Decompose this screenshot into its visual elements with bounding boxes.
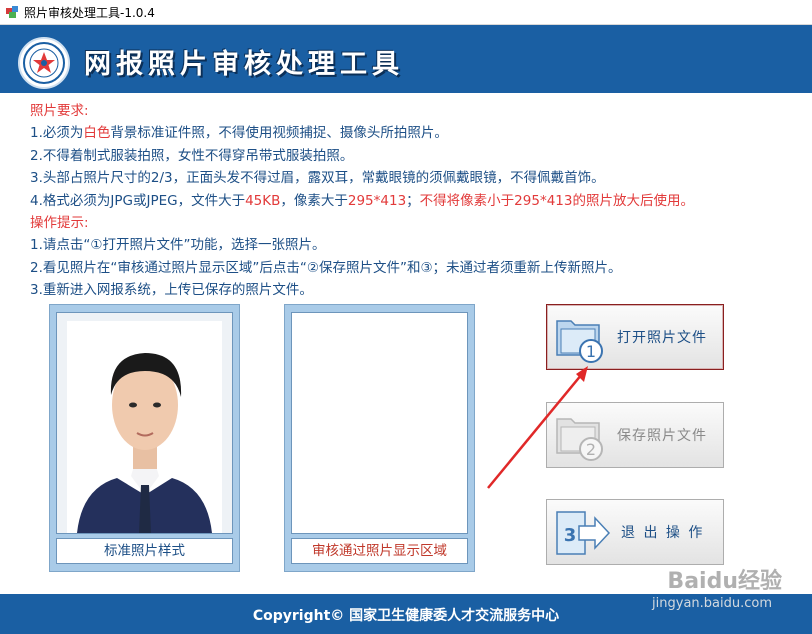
photo-requirements-heading: 照片要求: <box>30 103 89 119</box>
req4-text-c: ，像素大于 <box>280 192 348 209</box>
instructions-panel: 照片要求: 1.必须为白色背景标准证件照，不得使用视频捕捉、摄像头所拍照片。 2… <box>30 100 800 302</box>
req1-highlight: 白色 <box>83 125 111 142</box>
portrait-silhouette-icon <box>67 321 222 533</box>
req4-size-highlight: 45KB <box>245 192 281 209</box>
window-titlebar[interactable]: 照片审核处理工具-1.0.4 <box>0 0 812 25</box>
req1-text-a: 1.必须为 <box>30 125 84 142</box>
operation-3: 3.重新进入网报系统，上传已保存的照片文件。 <box>30 282 313 299</box>
exit-button[interactable]: 3 退 出 操 作 <box>546 499 724 565</box>
sample-photo-frame: 标准照片样式 <box>49 304 240 572</box>
req4-text-e: ； <box>406 192 420 209</box>
watermark: Baidu经验 <box>667 569 782 594</box>
save-button-label: 保存照片文件 <box>617 428 707 444</box>
approved-area-caption: 审核通过照片显示区域 <box>291 538 468 564</box>
header-title: 网报照片审核处理工具 <box>84 49 404 80</box>
operation-2: 2.看见照片在“审核通过照片显示区域”后点击“②保存照片文件”和③；未通过者须重… <box>30 259 622 276</box>
logo-emblem-icon <box>23 42 65 84</box>
req4-text-a: 4.格式必须为JPG或JPEG，文件大于 <box>30 192 246 209</box>
annotation-arrow-icon <box>487 366 588 489</box>
sample-photo-caption: 标准照片样式 <box>56 538 233 564</box>
open-folder-icon: 1 <box>556 320 603 363</box>
watermark-url: jingyan.baidu.com <box>652 596 772 611</box>
logo <box>18 37 70 89</box>
operation-1: 1.请点击“①打开照片文件”功能，选择一张照片。 <box>30 237 326 254</box>
exit-button-label: 退 出 操 作 <box>621 525 705 541</box>
requirement-4: 4.格式必须为JPG或JPEG，文件大于45KB，像素大于295*413；不得将… <box>30 190 800 212</box>
operation-tips-heading: 操作提示: <box>30 215 89 232</box>
req4-pixel-highlight: 295*413 <box>347 192 407 209</box>
open-button-label: 打开照片文件 <box>617 330 707 346</box>
req4-warning: 不得将像素小于295*413的照片放大后使用。 <box>419 192 694 209</box>
requirement-2: 2.不得着制式服装拍照，女性不得穿吊带式服装拍照。 <box>30 147 354 164</box>
approved-photo-display <box>291 312 468 534</box>
open-button-number: 1 <box>586 342 596 361</box>
req1-text-c: 背景标准证件照，不得使用视频捕捉、摄像头所拍照片。 <box>110 125 448 142</box>
requirement-1: 1.必须为白色背景标准证件照，不得使用视频捕捉、摄像头所拍照片。 <box>30 122 800 144</box>
header-banner: 网报照片审核处理工具 <box>0 25 812 93</box>
exit-arrow-icon: 3 <box>556 511 611 555</box>
requirement-3: 3.头部占照片尺寸的2/3，正面头发不得过眉，露双耳，常戴眼镜的须佩戴眼镜，不得… <box>30 170 605 187</box>
app-icon <box>6 6 18 18</box>
sample-photo <box>56 312 233 534</box>
exit-button-number: 3 <box>564 525 577 546</box>
window-title: 照片审核处理工具-1.0.4 <box>24 6 155 20</box>
approved-photo-frame: 审核通过照片显示区域 <box>284 304 475 572</box>
